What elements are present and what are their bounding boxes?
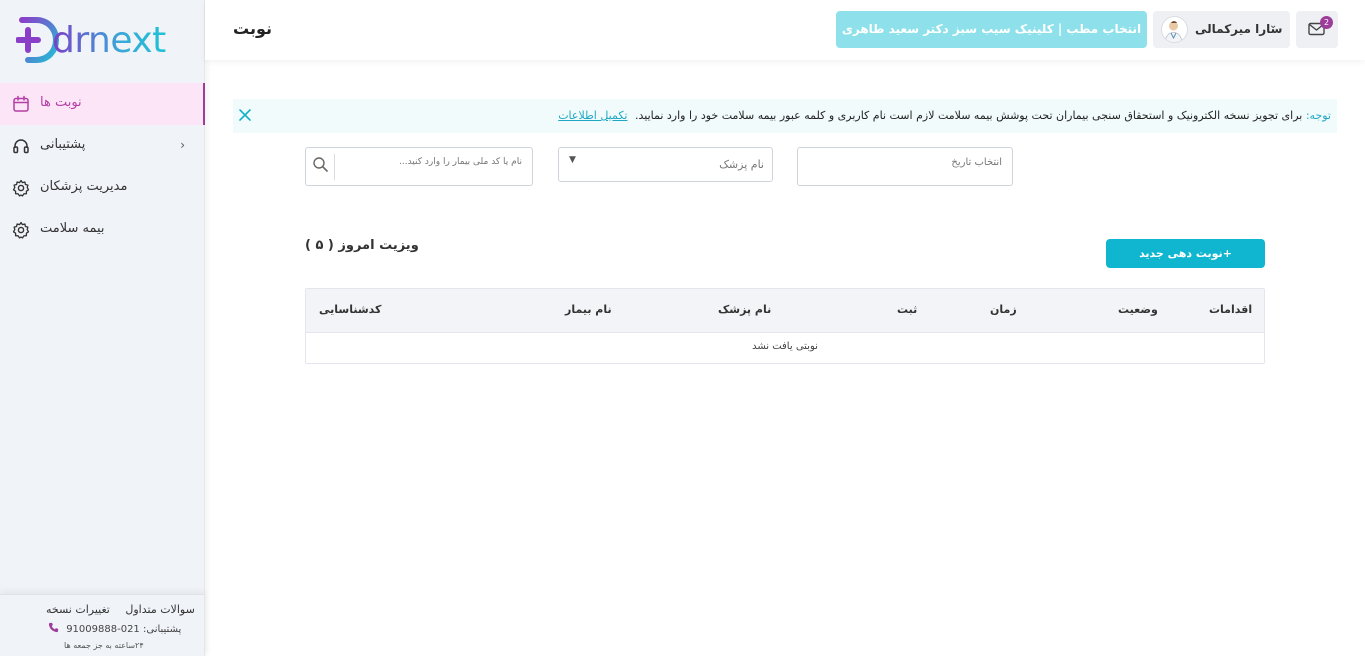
date-picker[interactable]: انتخاب تاریخ (797, 147, 1013, 186)
appointments-table: کدشناسایی نام بیمار نام پزشک ثبت زمان وض… (305, 288, 1265, 364)
support-contact: پشتیبانی: 021-91009888 (48, 622, 181, 635)
sidebar-nav: نوبت ها پشتیبانی ‹ مدیریت پزشکان بیمه سل… (0, 83, 205, 251)
phone-icon (48, 622, 59, 633)
logo-wordmark: drnext (52, 20, 166, 61)
search-divider (334, 154, 335, 180)
support-hours: ۲۴ساعته به جز جمعه ها (64, 641, 144, 650)
gear-icon (12, 179, 30, 197)
column-header-doctor: نام پزشک (718, 303, 772, 316)
avatar (1161, 16, 1188, 43)
todays-visits-title: ویزیت امروز ( ۵ ) (305, 238, 419, 253)
support-label: پشتیبانی: (142, 624, 182, 635)
changelog-link[interactable]: تغییرات نسخه (46, 603, 110, 616)
user-menu[interactable]: ⌄ سارا میرکمالی (1153, 11, 1290, 48)
headset-icon (13, 139, 29, 154)
notice-message: برای تجویز نسخه الکترونیک و استحقاق سنجی… (634, 109, 1303, 122)
table-header: کدشناسایی نام بیمار نام پزشک ثبت زمان وض… (306, 289, 1264, 333)
insurance-notice-bar: توجه: برای تجویز نسخه الکترونیک و استحقا… (233, 99, 1337, 133)
caret-down-icon: ▼ (569, 155, 576, 165)
chevron-left-icon: ‹ (180, 138, 185, 152)
date-placeholder: انتخاب تاریخ (951, 157, 1002, 168)
sidebar-item-doctor-management[interactable]: مدیریت پزشکان (0, 167, 205, 209)
sidebar-item-label: مدیریت پزشکان (40, 179, 128, 194)
messages-button[interactable]: 2 (1296, 11, 1338, 48)
column-header-patient: نام بیمار (565, 303, 612, 316)
search-icon[interactable] (312, 156, 329, 173)
patient-search-box[interactable] (305, 147, 533, 186)
close-icon[interactable] (237, 107, 253, 123)
doctor-avatar-icon (1164, 21, 1183, 42)
empty-table-message: نوبتی یافت نشد (752, 341, 818, 352)
mail-count-badge: 2 (1320, 16, 1333, 29)
column-header-actions: اقدامات (1209, 303, 1253, 316)
complete-info-link[interactable]: تکمیل اطلاعات (558, 109, 627, 122)
footer-links: سوالات متداول تغییرات نسخه (34, 603, 195, 616)
new-appointment-button[interactable]: +نوبت دهی جدید (1106, 239, 1265, 268)
sidebar-item-support[interactable]: پشتیبانی ‹ (0, 125, 205, 167)
sidebar: drnext نوبت ها پشتیبانی ‹ مدیریت پزشکان (0, 0, 205, 656)
doctor-select[interactable]: نام پزشک ▼ (558, 147, 773, 182)
calendar-icon (13, 95, 29, 112)
patient-search-input[interactable] (344, 156, 524, 168)
column-header-registered: ثبت (897, 303, 918, 316)
support-phone[interactable]: 021-91009888 (66, 624, 140, 635)
select-clinic-button[interactable]: انتخاب مطب | کلینیک سیب سبز دکتر سعید طا… (836, 11, 1147, 48)
gear-icon (12, 221, 30, 239)
column-header-id: کدشناسایی (319, 303, 382, 316)
page-title: نوبت (233, 19, 272, 38)
faq-link[interactable]: سوالات متداول (125, 603, 194, 616)
drnext-logo[interactable]: drnext (16, 14, 196, 66)
column-header-status: وضعیت (1118, 303, 1158, 316)
sidebar-item-label: نوبت ها (40, 95, 82, 110)
sidebar-footer: سوالات متداول تغییرات نسخه پشتیبانی: 021… (0, 594, 205, 656)
column-header-time: زمان (990, 303, 1017, 316)
notice-text: توجه: برای تجویز نسخه الکترونیک و استحقا… (558, 109, 1331, 122)
sidebar-item-label: بیمه سلامت (40, 221, 105, 236)
sidebar-item-label: پشتیبانی (40, 137, 86, 152)
notice-label: توجه: (1305, 109, 1331, 122)
user-name: سارا میرکمالی (1195, 22, 1283, 36)
top-header: نوبت انتخاب مطب | کلینیک سیب سبز دکتر سع… (205, 0, 1365, 60)
sidebar-item-appointments[interactable]: نوبت ها (0, 83, 205, 125)
sidebar-item-health-insurance[interactable]: بیمه سلامت (0, 209, 205, 251)
doctor-placeholder: نام پزشک (719, 158, 764, 171)
